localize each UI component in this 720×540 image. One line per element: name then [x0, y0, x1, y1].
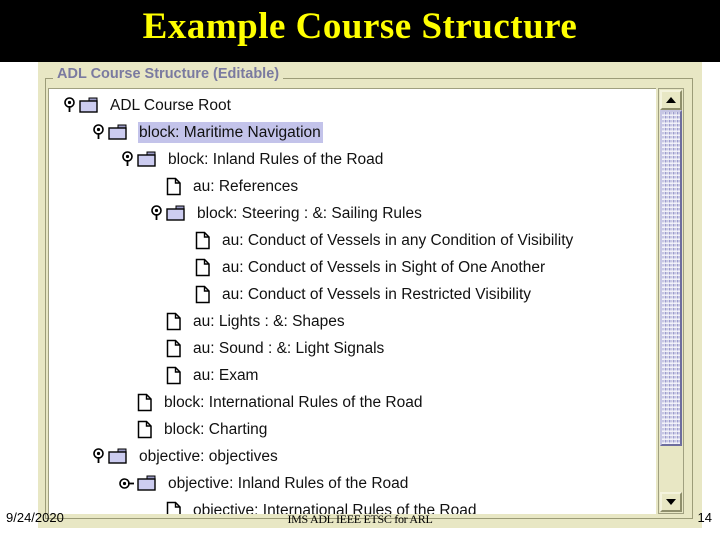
scroll-down-button[interactable]	[660, 492, 682, 512]
expanded-handle-icon[interactable]	[148, 205, 165, 222]
document-icon	[166, 366, 187, 385]
tree-row-label: block: Inland Rules of the Road	[168, 151, 384, 168]
tree-row-label: au: Lights : &: Shapes	[193, 313, 345, 330]
tree-row[interactable]: au: Conduct of Vessels in any Condition …	[49, 227, 656, 254]
tree-row[interactable]: au: Conduct of Vessels in Restricted Vis…	[49, 281, 656, 308]
tree-row-label: au: Conduct of Vessels in Restricted Vis…	[222, 286, 532, 303]
tree-row[interactable]: au: Exam	[49, 362, 656, 389]
scroll-up-button[interactable]	[660, 90, 682, 110]
tree-row-label: au: Sound : &: Light Signals	[193, 340, 385, 357]
title-banner: Example Course Structure	[0, 0, 720, 62]
folder-icon	[108, 124, 133, 141]
tree-row-label: au: Exam	[193, 367, 259, 384]
tree-row[interactable]: au: Lights : &: Shapes	[49, 308, 656, 335]
tree-row-label: ADL Course Root	[110, 97, 231, 114]
tree-row-label: block: International Rules of the Road	[164, 394, 423, 411]
document-icon	[137, 420, 158, 439]
document-icon	[166, 339, 187, 358]
expanded-handle-icon[interactable]	[90, 124, 107, 141]
tree-row[interactable]: block: Inland Rules of the Road	[49, 146, 656, 173]
tree-row[interactable]: block: Charting	[49, 416, 656, 443]
tree-row[interactable]: objective: objectives	[49, 443, 656, 470]
tree-row-label: objective: objectives	[139, 448, 278, 465]
tree-row[interactable]: au: Sound : &: Light Signals	[49, 335, 656, 362]
expanded-handle-icon[interactable]	[61, 97, 78, 114]
tree-row-label: au: Conduct of Vessels in Sight of One A…	[222, 259, 546, 276]
tree-row[interactable]: au: Conduct of Vessels in Sight of One A…	[49, 254, 656, 281]
footer-page-number: 14	[697, 510, 712, 525]
expanded-handle-icon[interactable]	[119, 151, 136, 168]
course-structure-panel: ADL Course Structure (Editable) ADL Cour…	[38, 62, 702, 528]
tree-row-label: au: Conduct of Vessels in any Condition …	[222, 232, 574, 249]
document-icon	[195, 231, 216, 250]
tree-row-label: block: Maritime Navigation	[138, 122, 323, 143]
scroll-down-arrow-icon	[666, 499, 676, 505]
tree-row[interactable]: block: Maritime Navigation	[49, 119, 656, 146]
collapsed-handle-icon[interactable]	[119, 475, 136, 492]
document-icon	[195, 285, 216, 304]
document-icon	[166, 177, 187, 196]
document-icon	[166, 312, 187, 331]
tree-row-label: au: References	[193, 178, 299, 195]
scrollbar-track[interactable]	[660, 110, 682, 492]
vertical-scrollbar[interactable]	[658, 88, 684, 514]
folder-icon	[166, 205, 191, 222]
course-tree: ADL Course Root block: Maritime Navigatio…	[49, 92, 656, 514]
folder-icon	[108, 448, 133, 465]
tree-row-label: block: Steering : &: Sailing Rules	[197, 205, 422, 222]
groupbox-title: ADL Course Structure (Editable)	[53, 66, 284, 82]
tree-row-label: block: Charting	[164, 421, 268, 438]
footer-center-text: IMS ADL IEEE ETSC for ARL	[287, 512, 433, 526]
folder-icon	[137, 151, 162, 168]
folder-icon	[79, 97, 104, 114]
tree-row[interactable]: block: International Rules of the Road	[49, 389, 656, 416]
tree-row[interactable]: objective: Inland Rules of the Road	[49, 470, 656, 497]
course-tree-viewport[interactable]: ADL Course Root block: Maritime Navigatio…	[48, 88, 656, 514]
tree-row[interactable]: au: References	[49, 173, 656, 200]
folder-icon	[137, 475, 162, 492]
tree-row[interactable]: ADL Course Root	[49, 92, 656, 119]
page-title: Example Course Structure	[142, 6, 578, 47]
expanded-handle-icon[interactable]	[90, 448, 107, 465]
document-icon	[195, 258, 216, 277]
scroll-up-arrow-icon	[666, 97, 676, 103]
tree-row[interactable]: block: Steering : &: Sailing Rules	[49, 200, 656, 227]
scrollbar-thumb[interactable]	[660, 110, 682, 446]
tree-row-label: objective: Inland Rules of the Road	[168, 475, 409, 492]
document-icon	[137, 393, 158, 412]
